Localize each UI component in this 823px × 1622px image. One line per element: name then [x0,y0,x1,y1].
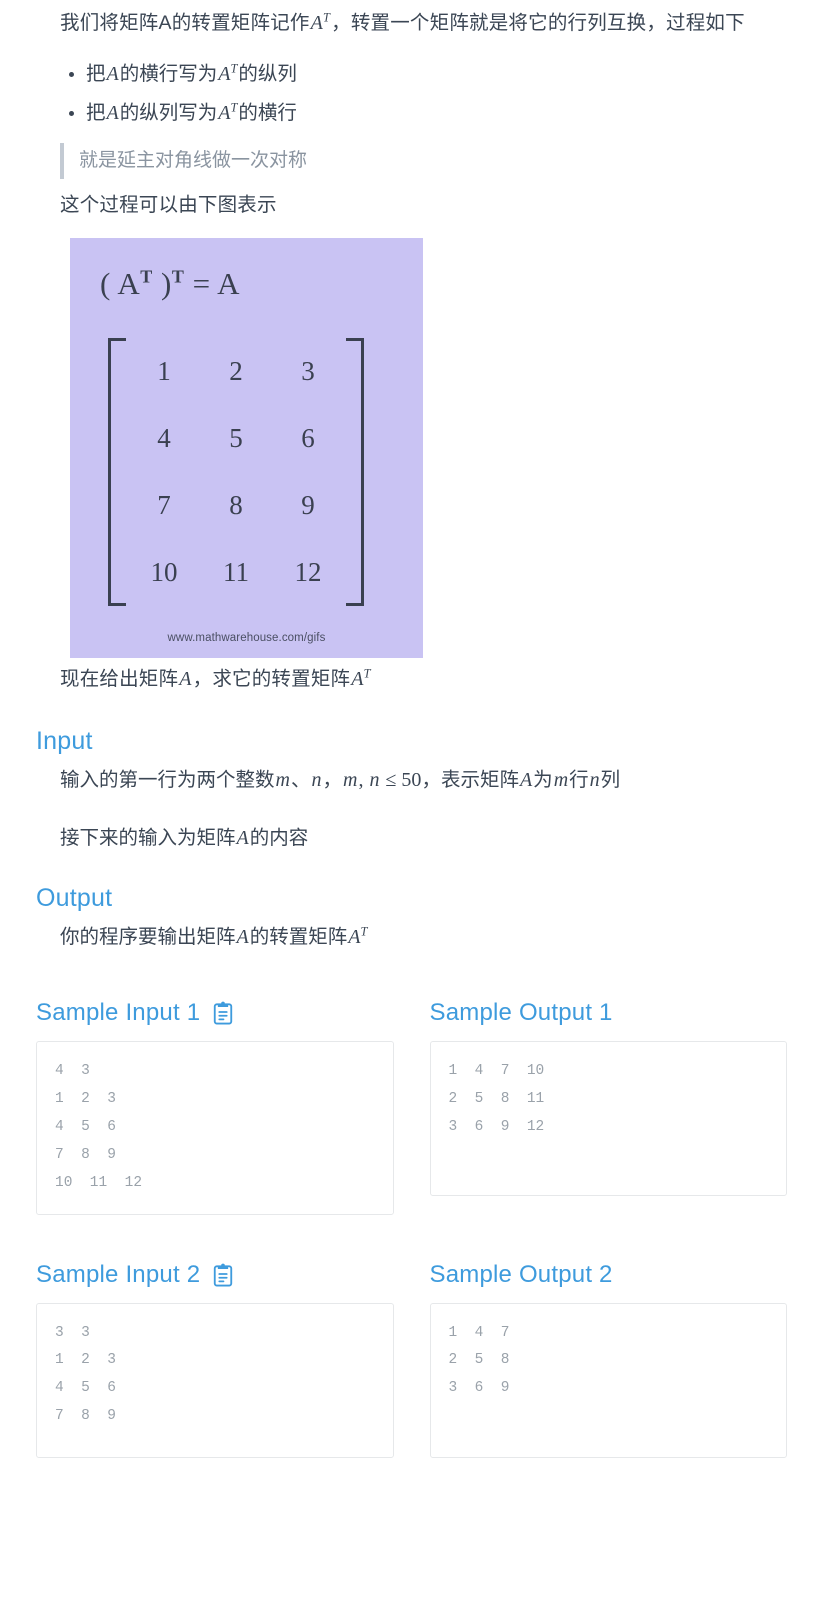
matrix-cell: 1 [157,356,171,387]
sample-input-2-label: Sample Input 2 [36,1260,201,1288]
input-line-1: 输入的第一行为两个整数m、n，m, n ≤ 50，表示矩阵A为m行n列 [60,768,621,791]
matrix-cell: 9 [301,490,315,521]
input-line-2: 接下来的输入为矩阵A的内容 [60,827,309,850]
samples-grid: Sample Input 1 4 3 1 2 3 4 5 6 7 8 9 10 … [36,999,788,1458]
matrix-row: 4 5 6 [128,425,344,452]
bullet-1-pre: 把 [86,62,106,85]
sample-input-1-heading: Sample Input 1 [36,999,394,1027]
bullet-1-var-2: AT [218,60,238,85]
sample-output-2-code[interactable]: 1 4 7 2 5 8 3 6 9 [429,1302,787,1458]
bullet-1-var-1: A [106,62,119,85]
bullet-2-pre: 把 [86,101,106,124]
figure-lead-paragraph: 这个过程可以由下图表示 [60,193,277,216]
clipboard-copy-icon[interactable] [212,1263,234,1287]
sample-output-1-code[interactable]: 1 4 7 10 2 5 8 11 3 6 9 12 [429,1041,787,1197]
bullet-2-var-1: A [106,101,119,124]
matrix-cell: 5 [229,423,243,454]
list-item: 把A的横行写为AT的纵列 [69,55,787,94]
matrix-cell: 12 [294,557,322,588]
matrix-cell: 3 [301,356,315,387]
intro-paragraph: 我们将矩阵A的转置矩阵记作AT，转置一个矩阵就是将它的行列互换，过程如下 [36,0,787,41]
input-constraint: ≤ 50 [380,768,422,791]
output-var-AT: AT [348,924,368,949]
figure-container: ( AT )T = A 1 2 3 4 5 6 7 8 9 10 11 12 w… [36,224,787,662]
sample-input-1-label: Sample Input 1 [36,999,201,1027]
matrix-row: 1 2 3 [128,358,344,385]
figure-formula: ( AT )T = A [100,266,240,302]
task-var-AT: AT [351,666,371,691]
input-var-n: n [311,768,322,791]
matrix-cell: 11 [223,557,249,588]
task-pre: 现在给出矩阵 [60,668,179,691]
matrix-right-bracket [346,338,364,607]
intro-text-b: ，转置一个矩阵就是将它的行列互换，过程如下 [331,12,745,34]
task-var-A: A [179,668,192,691]
output-section-body: 你的程序要输出矩阵A的转置矩阵AT [36,921,787,953]
matrix-row: 10 11 12 [128,559,344,586]
sample-output-2-label: Sample Output 2 [429,1260,613,1288]
sample-output-2-heading: Sample Output 2 [430,1261,788,1289]
list-item: 把A的纵列写为AT的横行 [69,94,787,133]
input-section-heading: Input [36,726,93,755]
matrix-cell: 6 [301,423,315,454]
input-section-body: 输入的第一行为两个整数m、n，m, n ≤ 50，表示矩阵A为m行n列 接下来的… [36,764,787,854]
task-mid: ，求它的转置矩阵 [192,668,351,691]
sample-input-2-block: Sample Input 2 3 3 1 2 3 4 5 6 7 8 9 [36,1261,394,1458]
figure-credit-watermark: www.mathwarehouse.com/gifs [167,632,326,645]
output-line-1: 你的程序要输出矩阵A的转置矩阵AT [60,924,368,949]
matrix-row: 7 8 9 [128,492,344,519]
bullet-2-post: 的横行 [238,101,297,124]
sample-input-1-code[interactable]: 4 3 1 2 3 4 5 6 7 8 9 10 11 12 [36,1041,394,1215]
sample-input-1-block: Sample Input 1 4 3 1 2 3 4 5 6 7 8 9 10 … [36,999,394,1215]
matrix-left-bracket [108,338,126,607]
note-blockquote: 就是延主对角线做一次对称 [60,142,787,179]
output-section-heading: Output [36,884,113,913]
sample-output-1-heading: Sample Output 1 [430,999,788,1027]
bullet-1-mid: 的横行写为 [119,62,218,85]
transpose-illustration-image: ( AT )T = A 1 2 3 4 5 6 7 8 9 10 11 12 w… [70,238,423,659]
figure-matrix: 1 2 3 4 5 6 7 8 9 10 11 12 [108,338,364,607]
task-paragraph: 现在给出矩阵A，求它的转置矩阵AT [36,662,787,697]
description-section: 我们将矩阵A的转置矩阵记作AT，转置一个矩阵就是将它的行列互换，过程如下 把A的… [36,0,787,697]
matrix-cell: 10 [150,557,178,588]
matrix-cell: 4 [157,423,171,454]
matrix-cell: 7 [157,490,171,521]
bullet-1-post: 的纵列 [238,62,297,85]
clipboard-copy-icon[interactable] [212,1001,234,1025]
sample-output-1-label: Sample Output 1 [429,999,613,1027]
bullet-2-var-2: AT [218,99,238,124]
sample-input-2-code[interactable]: 3 3 1 2 3 4 5 6 7 8 9 [36,1302,394,1458]
sample-output-2-block: Sample Output 2 1 4 7 2 5 8 3 6 9 [429,1261,788,1458]
intro-math-A: AT [310,10,331,34]
intro-text-a: 我们将矩阵A的转置矩阵记作 [60,12,310,34]
matrix-cell: 2 [229,356,243,387]
sample-input-2-heading: Sample Input 2 [36,1261,394,1289]
matrix-cell: 8 [229,490,243,521]
transpose-steps-list: 把A的横行写为AT的纵列 把A的纵列写为AT的横行 [36,55,787,133]
sample-output-1-block: Sample Output 1 1 4 7 10 2 5 8 11 3 6 9 … [429,999,788,1214]
bullet-2-mid: 的纵列写为 [119,101,218,124]
input-var-m: m [275,768,290,791]
problem-statement-page: 我们将矩阵A的转置矩阵记作AT，转置一个矩阵就是将它的行列互换，过程如下 把A的… [0,0,823,1488]
